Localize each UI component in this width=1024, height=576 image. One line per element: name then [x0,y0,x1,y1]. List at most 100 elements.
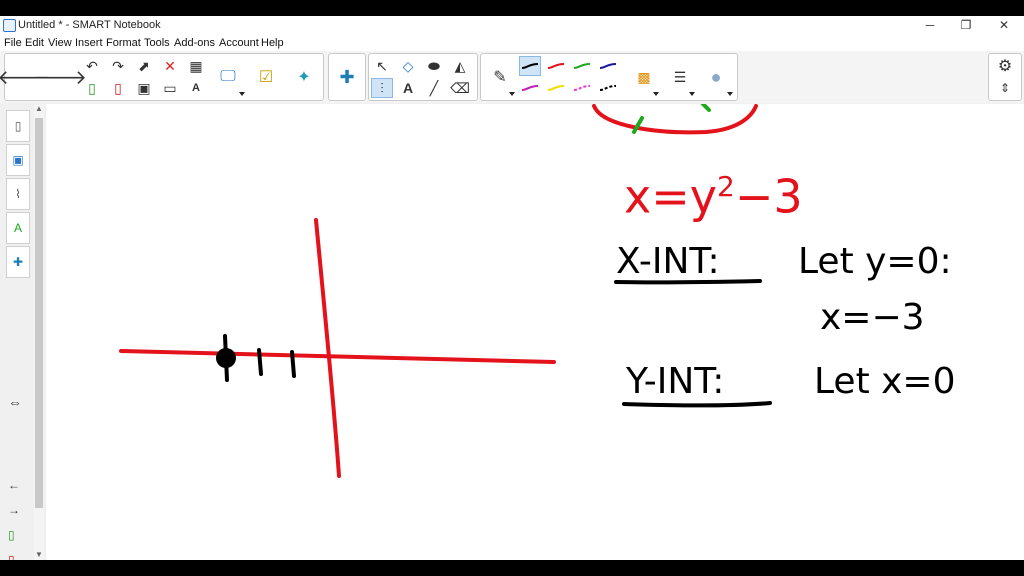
save-icon[interactable]: ▣ [133,78,155,98]
title-bar: Untitled * - SMART Notebook ─ ❐ ✕ [0,16,1024,34]
sidebar-resize-icon[interactable]: ⇔ [8,394,22,410]
fill-effects-dropdown-icon[interactable] [727,92,733,96]
pen-pink-dashed-stroke [573,85,591,91]
screen-capture-dropdown-icon[interactable] [239,92,245,96]
equation-y: y [689,169,718,224]
menu-add-ons[interactable]: Add-ons [174,37,215,49]
pen-black-icon[interactable] [519,56,541,76]
whiteboard-canvas[interactable]: x=y2−3 X-INT: Let y=0: x=−3 Y-INT: Let x… [46,104,1024,560]
line-style-dropdown-icon[interactable] [689,92,695,96]
table-icon[interactable]: ▦ [185,56,207,76]
pen-magenta-stroke [521,85,539,91]
screen-shade-icon[interactable]: ▭ [159,78,181,98]
menu-format[interactable]: Format [106,37,141,49]
x-int-step1: Let y=0: [798,241,952,282]
pen-red-stroke [547,63,565,69]
y-int-underline [622,401,772,408]
pen-yellow-icon[interactable] [545,78,567,98]
sidebar-previous-icon[interactable]: ← [8,478,20,492]
next-page-button[interactable]: 🡒 [33,55,87,99]
add-page-icon[interactable]: ▯ [81,78,103,98]
pens-icon[interactable]: ⫶ [371,78,393,98]
color-dropdown-icon[interactable] [653,92,659,96]
text-icon[interactable]: A [185,78,207,98]
eraser-tool-icon[interactable]: ⌫ [449,78,471,98]
pen-yellow-stroke [547,85,565,91]
add-ons-tab[interactable]: ✚ [6,246,30,278]
toolbar: 🡐 🡒 ↶ ↷ ⬈ ✕ ▦ ▯ ▯ ▣ ▭ A 🖵 ☑ ✦ ✚ ↖ ◇ ⬬ ◭ [0,51,1024,103]
attachments-tab[interactable]: ⌇ [6,178,30,210]
smart-notebook-window: Untitled * - SMART Notebook ─ ❐ ✕ File E… [0,16,1024,560]
sidebar-delete-page-icon[interactable]: ▯ [8,553,15,560]
undo-icon[interactable]: ↶ [81,56,103,76]
toolbar-group-pens: ✎ ▩ ☰ ● [480,53,738,101]
shape-icon[interactable]: ◇ [397,56,419,76]
delete-page-icon[interactable]: ▯ [107,78,129,98]
x-int-step2: x=−3 [820,297,925,338]
pen-green-icon[interactable] [571,56,593,76]
pen-green-stroke [573,63,591,69]
toolbar-group-select: ↖ ◇ ⬬ ◭ ⫶ A ╱ ⌫ [368,53,478,101]
restore-button[interactable]: ❐ [951,17,981,33]
pen-black-dashed-icon[interactable] [597,78,619,98]
x-intercept-stem [223,334,229,382]
equation-exponent: 2 [717,170,735,203]
sidebar: ▯ ▣ ⌇ A ✚ ⇔ ← → ▯ ▯ [0,104,32,560]
app-icon [3,19,16,32]
toolbar-group-page: 🡐 🡒 ↶ ↷ ⬈ ✕ ▦ ▯ ▯ ▣ ▭ A 🖵 ☑ ✦ [0,53,324,101]
menu-insert[interactable]: Insert [75,37,103,49]
tick-mark-1 [257,348,263,376]
menu-bar: File Edit View Insert Format Tools Add-o… [0,34,1024,51]
partial-circle-ink [592,104,758,135]
equation-x: x [624,169,652,224]
pen-magenta-icon[interactable] [519,78,541,98]
pen-black-stroke [521,63,539,69]
pen-dropdown-icon[interactable] [509,92,515,96]
menu-view[interactable]: View [48,37,72,49]
response-icon[interactable]: ☑ [249,55,283,99]
add-ons-icon[interactable]: ✦ [287,55,321,99]
select-arrow-icon[interactable]: ↖ [371,56,393,76]
puzzle-icon[interactable]: ✚ [330,55,364,99]
close-button[interactable]: ✕ [989,17,1019,33]
sidebar-next-icon[interactable]: → [8,503,20,517]
green-curve-ink-2 [701,104,711,112]
redo-icon[interactable]: ↷ [107,56,129,76]
toolbar-group-settings: ⚙ ⇕ [988,53,1022,101]
properties-tab[interactable]: A [6,212,30,244]
vertical-scrollbar[interactable]: ▲ ▼ [34,104,44,560]
toolbar-position-icon[interactable]: ⇕ [994,78,1016,98]
menu-tools[interactable]: Tools [144,37,170,49]
minimize-button[interactable]: ─ [915,17,945,33]
window-title: Untitled * - SMART Notebook [18,19,161,31]
menu-account[interactable]: Account [219,37,259,49]
toolbar-group-tools: ✚ [328,53,366,101]
pen-black-dashed-stroke [599,85,617,91]
y-int-step1: Let x=0 [814,361,956,402]
pen-red-icon[interactable] [545,56,567,76]
eraser-icon[interactable]: ⬬ [423,56,445,76]
menu-help[interactable]: Help [261,37,284,49]
scroll-down-icon[interactable]: ▼ [35,550,43,559]
equation-constant: 3 [773,169,803,224]
text-tool-icon[interactable]: A [397,78,419,98]
menu-file[interactable]: File [4,37,22,49]
pen-pink-dashed-icon[interactable] [571,78,593,98]
scroll-up-icon[interactable]: ▲ [35,104,43,113]
pen-blue-icon[interactable] [597,56,619,76]
equation-text: x=y2−3 [624,160,803,223]
equation-minus: − [734,169,774,224]
sidebar-add-page-icon[interactable]: ▯ [8,528,15,542]
page-sorter-tab[interactable]: ▯ [6,110,30,142]
delete-icon[interactable]: ✕ [159,56,181,76]
export-icon[interactable]: ⬈ [133,56,155,76]
scroll-thumb[interactable] [35,118,43,508]
x-axis-ink [119,349,556,364]
tick-mark-2 [290,350,296,378]
menu-edit[interactable]: Edit [25,37,44,49]
gear-icon[interactable]: ⚙ [994,56,1016,76]
fill-icon[interactable]: ◭ [449,56,471,76]
gallery-tab[interactable]: ▣ [6,144,30,176]
x-int-label: X-INT: [616,241,720,282]
line-icon[interactable]: ╱ [423,78,445,98]
